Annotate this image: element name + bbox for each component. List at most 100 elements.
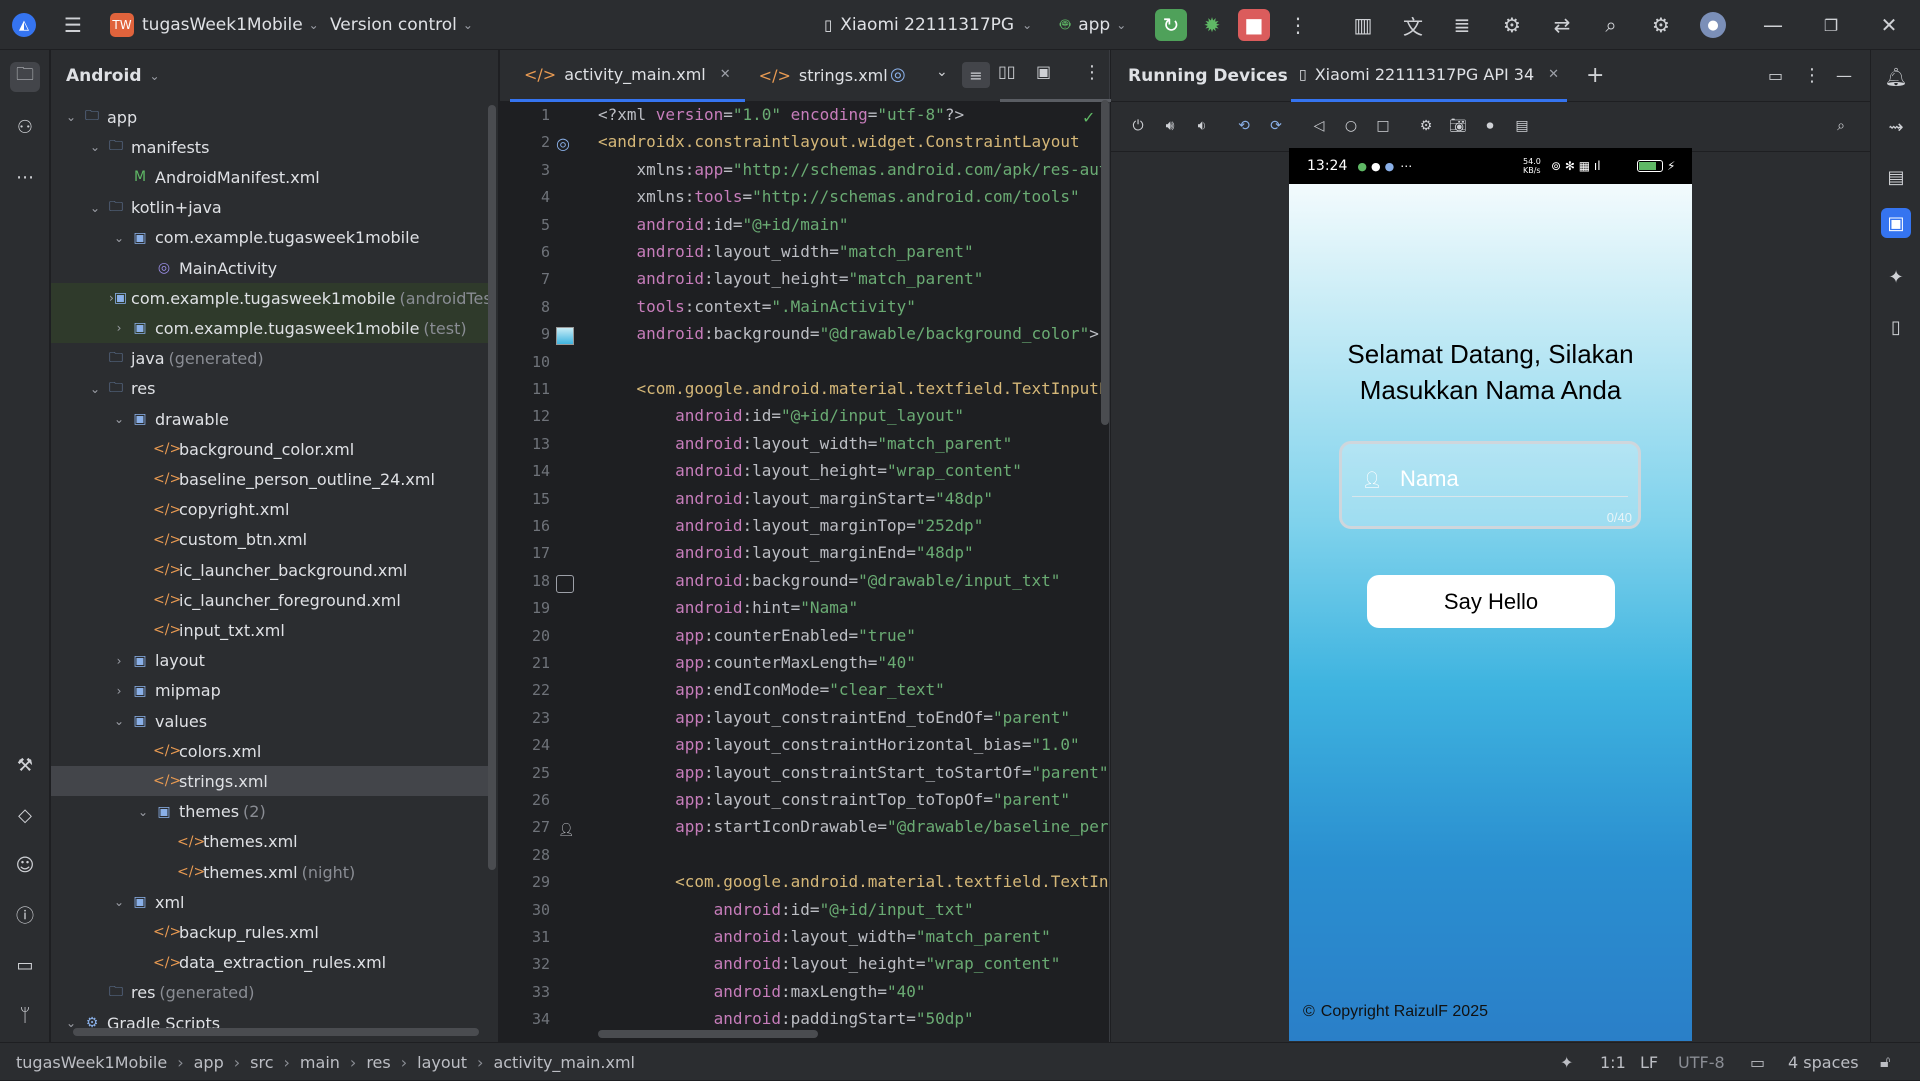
code-line[interactable]: xmlns:app="http://schemas.android.com/ap… (598, 160, 1108, 179)
name-input-layout[interactable]: 👤︎ Nama 0/40 (1339, 441, 1641, 529)
chevron-right-icon[interactable]: › (109, 321, 129, 335)
tree-item[interactable]: › ▣ layout (51, 646, 491, 676)
breadcrumb-item[interactable]: main (300, 1053, 340, 1072)
tree-item[interactable]: </> themes.xml (night) (51, 857, 491, 887)
close-tab-icon[interactable]: ✕ (720, 67, 731, 82)
breadcrumb-item[interactable]: src (250, 1053, 273, 1072)
search-icon[interactable]: ⌕ (1598, 12, 1624, 38)
code-line[interactable]: android:background="@drawable/background… (598, 324, 1108, 343)
split-view-icon[interactable]: ▯▯ (998, 62, 1016, 81)
code-line[interactable]: <com.google.android.material.textfield.T… (598, 872, 1108, 891)
structure-tool-icon[interactable]: ⚇ (10, 112, 40, 142)
code-line[interactable]: app:layout_constraintStart_toStartOf="pa… (598, 763, 1108, 782)
code-line[interactable]: tools:context=".MainActivity" (598, 297, 1108, 316)
settings-gear-icon[interactable]: ⚙ (1648, 12, 1674, 38)
close-tab-icon[interactable]: ✕ (1548, 67, 1559, 82)
file-encoding[interactable]: UTF-8 (1678, 1043, 1725, 1081)
code-line[interactable]: <com.google.android.material.textfield.T… (598, 379, 1108, 398)
tree-item[interactable]: </> input_txt.xml (51, 615, 491, 645)
avatar[interactable]: ● (1700, 12, 1726, 38)
device-tab[interactable]: ▯ Xiaomi 22111317PG API 34 ✕ (1291, 50, 1568, 102)
horizontal-scrollbar[interactable] (73, 1028, 479, 1036)
tree-item[interactable]: › ▣ mipmap (51, 676, 491, 706)
code-line[interactable]: app:endIconMode="clear_text" (598, 680, 1108, 699)
code-line[interactable]: app:counterMaxLength="40" (598, 653, 1108, 672)
bug-icon[interactable]: ⚙ (1499, 12, 1525, 38)
more-tools-icon[interactable]: ⋯ (10, 162, 40, 192)
code-line[interactable]: android:maxLength="40" (598, 982, 1108, 1001)
tree-item[interactable]: 🗀︎ res (generated) (51, 978, 491, 1008)
chevron-down-icon[interactable]: ⌄ (109, 895, 129, 909)
chevron-down-icon[interactable]: ⌄ (109, 412, 129, 426)
code-line[interactable]: app:startIconDrawable="@drawable/baselin… (598, 817, 1108, 836)
add-device-icon[interactable]: + (1586, 63, 1604, 88)
design-view-icon[interactable]: ▣ (1036, 62, 1051, 81)
chevron-down-icon[interactable]: ⌄ (936, 64, 948, 80)
code-line[interactable]: <?xml version="1.0" encoding="utf-8"?> (598, 105, 1108, 124)
terminal-icon[interactable]: ▭ (10, 950, 40, 980)
tree-item[interactable]: </> colors.xml (51, 736, 491, 766)
back-icon[interactable]: ◁ (1309, 116, 1329, 136)
editor-vertical-scrollbar[interactable] (1101, 100, 1109, 425)
code-line[interactable]: android:layout_width="match_parent" (598, 927, 1108, 946)
device-screen[interactable]: 13:24 ● ● ● ⋯ 54.0 KB/s ⊚ ✻ ▦ ıl ⚡︎ Sela… (1289, 148, 1692, 1041)
chevron-right-icon[interactable]: › (109, 654, 129, 668)
device-selector[interactable]: ▯ Xiaomi 22111317PG ⌄ (824, 0, 1032, 50)
caret-position[interactable]: 1:1 (1600, 1043, 1626, 1081)
breadcrumb-item[interactable]: activity_main.xml (493, 1053, 635, 1072)
chevron-right-icon[interactable]: › (109, 684, 129, 698)
chevron-down-icon[interactable]: ⌄ (85, 201, 105, 215)
running-devices-icon[interactable]: ▣ (1881, 208, 1911, 238)
chevron-down-icon[interactable]: ⌄ (85, 140, 105, 154)
vertical-scrollbar[interactable] (488, 105, 496, 870)
device-manager-icon[interactable]: ▯ (1881, 312, 1911, 342)
apply-changes-icon[interactable]: ↻ (1155, 9, 1187, 41)
device-file-explorer-icon[interactable]: ▤ (1881, 162, 1911, 192)
indent-setting[interactable]: 4 spaces (1788, 1043, 1859, 1081)
code-line[interactable]: android:background="@drawable/input_txt" (598, 571, 1108, 590)
breadcrumb-item[interactable]: tugasWeek1Mobile (16, 1053, 167, 1072)
power-icon[interactable]: ⏻ (1128, 116, 1148, 136)
more-actions-icon[interactable]: ⋮ (1285, 12, 1311, 38)
tree-item[interactable]: </> ic_launcher_foreground.xml (51, 585, 491, 615)
rotate-right-icon[interactable]: ⟳ (1266, 116, 1286, 136)
tree-item[interactable]: </> baseline_person_outline_24.xml (51, 464, 491, 494)
screen-record-icon[interactable]: ⏺ (1480, 116, 1500, 136)
code-line[interactable]: android:paddingStart="50dp" (598, 1009, 1108, 1028)
gutter-color-swatch[interactable] (556, 327, 574, 345)
version-control-menu[interactable]: Version control ⌄ (330, 0, 473, 50)
restore-icon[interactable]: ❐ (1818, 12, 1844, 38)
code-line[interactable]: android:layout_height="match_parent" (598, 269, 1108, 288)
code-line[interactable]: android:id="@+id/input_layout" (598, 406, 1108, 425)
code-line[interactable]: app:layout_constraintEnd_toEndOf="parent… (598, 708, 1108, 727)
project-tool-icon[interactable]: 🗀︎ (10, 62, 40, 92)
code-line[interactable]: android:layout_marginTop="252dp" (598, 516, 1108, 535)
hide-panel-icon[interactable]: — (1836, 66, 1852, 85)
gemini-sparkle-icon[interactable]: ✦ (1881, 262, 1911, 292)
chevron-down-icon[interactable]: ⌄ (133, 805, 153, 819)
code-line[interactable]: android:layout_width="match_parent" (598, 434, 1108, 453)
device-settings-icon[interactable]: ⚙ (1416, 116, 1436, 136)
stop-icon[interactable]: ■ (1238, 9, 1270, 41)
code-line[interactable]: android:layout_marginStart="48dp" (598, 489, 1108, 508)
editor-horizontal-scrollbar[interactable] (598, 1030, 818, 1038)
code-line[interactable]: app:counterEnabled="true" (598, 626, 1108, 645)
line-separator[interactable]: LF (1640, 1043, 1658, 1081)
code-line[interactable]: android:layout_width="match_parent" (598, 242, 1108, 261)
project-view-selector[interactable]: Android ⌄ (51, 50, 498, 102)
gradle-icon[interactable]: ⇝ (1881, 112, 1911, 142)
volume-up-icon[interactable]: 🔊︎ (1160, 116, 1180, 136)
breadcrumb-item[interactable]: layout (417, 1053, 467, 1072)
code-line[interactable]: <androidx.constraintlayout.widget.Constr… (598, 132, 1108, 151)
close-icon[interactable]: ✕ (1876, 12, 1902, 38)
sync-gradle-icon[interactable]: ⇄ (1549, 12, 1575, 38)
mirror-display-icon[interactable]: ▤ (1512, 116, 1532, 136)
android-cat-icon[interactable]: ☺ (10, 850, 40, 880)
volume-down-icon[interactable]: 🔉︎ (1192, 116, 1212, 136)
tree-item[interactable]: ⌄ 🗀︎ app (51, 102, 491, 132)
tree-item[interactable]: </> ic_launcher_background.xml (51, 555, 491, 585)
gutter-activity-icon[interactable]: ◎ (556, 134, 570, 153)
tree-item[interactable]: </> data_extraction_rules.xml (51, 948, 491, 978)
code-line[interactable]: android:hint="Nama" (598, 598, 1108, 617)
chevron-down-icon[interactable]: ⌄ (61, 110, 81, 124)
